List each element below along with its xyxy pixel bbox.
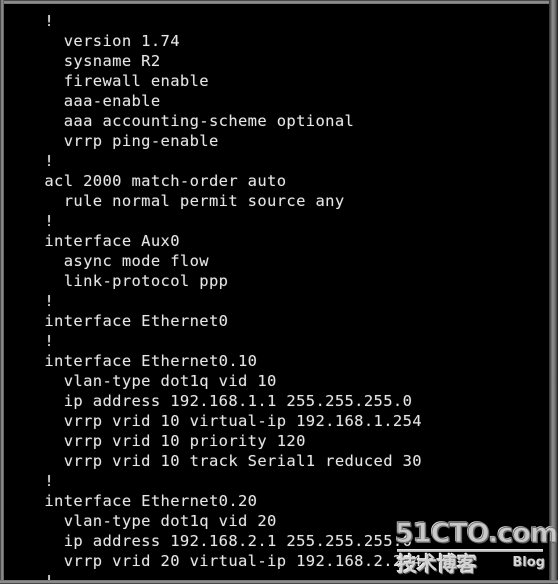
console-output[interactable]: ! version 1.74 sysname R2 firewall enabl…: [4, 4, 549, 580]
terminal-window: ! version 1.74 sysname R2 firewall enabl…: [0, 0, 558, 584]
console-line: vrrp vrid 10 virtual-ip 192.168.1.254: [25, 412, 422, 430]
console-line: rule normal permit source any: [25, 192, 345, 210]
console-line: acl 2000 match-order auto: [25, 172, 287, 190]
console-line: vrrp vrid 10 priority 120: [25, 432, 306, 450]
console-line: vrrp vrid 10 track Serial1 reduced 30: [25, 452, 422, 470]
console-line: vlan-type dot1q vid 10: [25, 372, 277, 390]
console-line: !: [25, 472, 55, 490]
console-line: interface Ethernet0.20: [25, 492, 258, 510]
console-line: vrrp ping-enable: [25, 132, 219, 150]
console-line: interface Ethernet0: [25, 312, 229, 330]
window-frame-bottom-edge: [0, 580, 558, 584]
console-line: link-protocol ppp: [25, 272, 229, 290]
console-line: interface Aux0: [25, 232, 180, 250]
console-line: !: [25, 212, 55, 230]
console-line: !: [4, 571, 549, 580]
console-line: vrrp vrid 20 virtual-ip 192.168.2.254: [25, 552, 422, 570]
console-line: ip address 192.168.2.1 255.255.255.0: [25, 532, 413, 550]
console-line-list: ! version 1.74 sysname R2 firewall enabl…: [4, 4, 549, 580]
console-line: version 1.74: [25, 32, 180, 50]
console-line: async mode flow: [25, 252, 209, 270]
console-line: !: [25, 152, 55, 170]
console-line: sysname R2: [25, 52, 161, 70]
console-line: interface Ethernet0.10: [25, 352, 258, 370]
console-line: ip address 192.168.1.1 255.255.255.0: [25, 392, 413, 410]
console-line: !: [25, 12, 55, 30]
console-line: aaa accounting-scheme optional: [25, 112, 355, 130]
console-line: !: [25, 292, 55, 310]
console-line: !: [25, 332, 55, 350]
console-line: aaa-enable: [25, 92, 161, 110]
window-frame-right-edge: [549, 0, 558, 584]
console-line: firewall enable: [25, 72, 209, 90]
console-line: vlan-type dot1q vid 20: [25, 512, 277, 530]
